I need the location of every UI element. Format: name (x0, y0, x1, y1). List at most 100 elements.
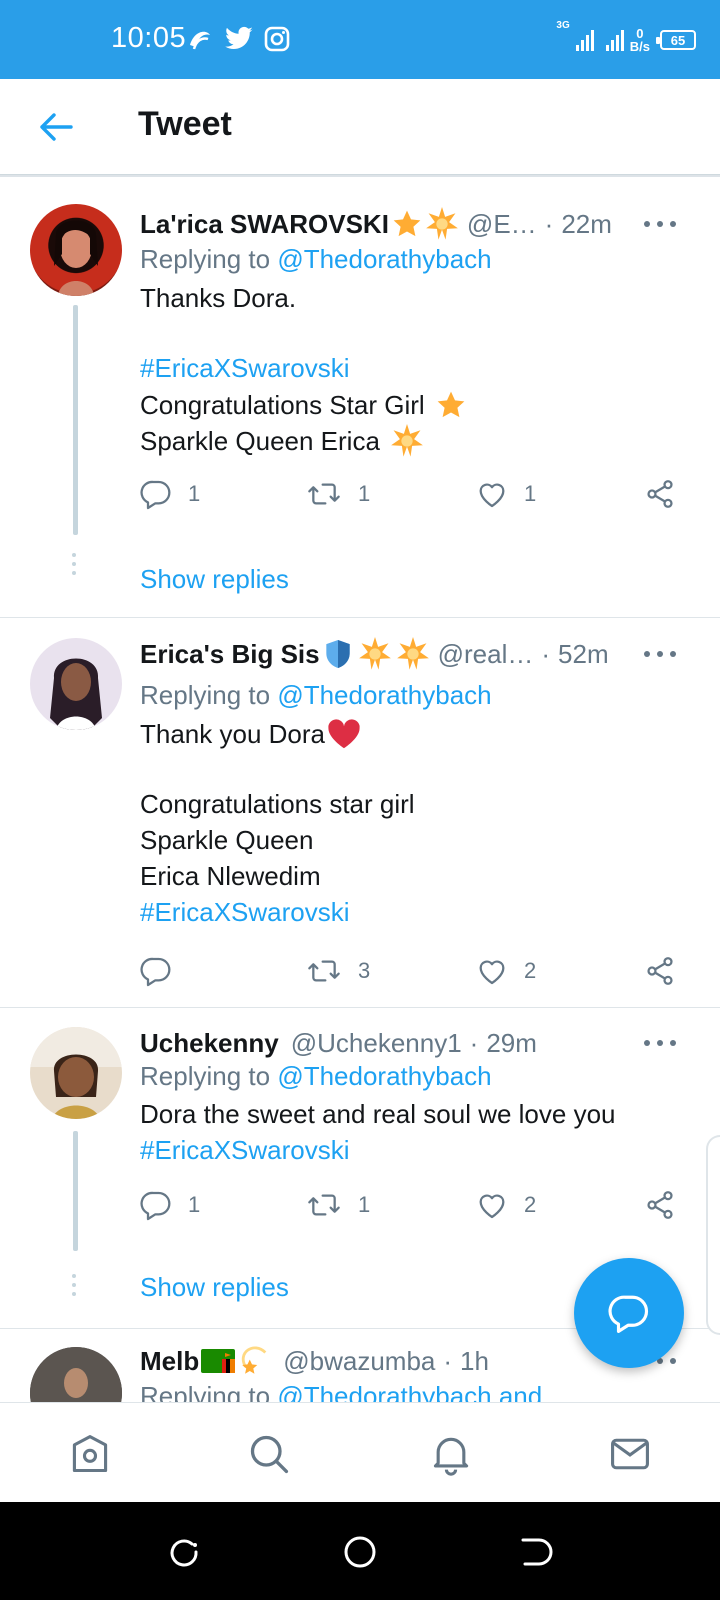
glowing-star-emoji-icon (425, 207, 459, 241)
tweet-text-line: Congratulations Star Girl (140, 387, 467, 423)
replying-to-link[interactable]: @Thedorathybach (277, 680, 491, 710)
tweet-item[interactable]: Erica's Big Sis @real… · 52m Replying to… (0, 618, 720, 1007)
show-replies-link[interactable]: Show replies (140, 1272, 289, 1303)
avatar[interactable] (30, 1027, 122, 1119)
hashtag-link[interactable]: #EricaXSwarovski (140, 1132, 350, 1168)
tweet-item[interactable]: La'rica SWAROVSKI @E… · 22m Replying to … (0, 187, 720, 617)
hashtag-text[interactable]: #EricaXSwarovski (140, 894, 350, 930)
reply-button[interactable]: 1 (140, 1185, 200, 1225)
tweet-text: Erica Nlewedim (140, 861, 321, 891)
recent-apps-button[interactable] (164, 1532, 204, 1572)
twitter-notification-icon (224, 24, 254, 54)
bell-icon (433, 1437, 469, 1476)
tweet-text: Thank you Dora (140, 719, 325, 749)
avatar[interactable] (30, 638, 122, 730)
like-count: 2 (524, 958, 537, 983)
glowing-star-emoji-icon (358, 637, 392, 671)
reply-button[interactable] (140, 951, 188, 991)
signal-2-icon (605, 29, 624, 51)
user-handle[interactable]: @Uchekenny1 (291, 1028, 462, 1059)
tweet-text: Congratulations Star Girl (140, 390, 425, 420)
replying-to-link[interactable]: @Thedorathybach (277, 244, 491, 274)
retweet-icon (308, 960, 340, 982)
separator-dot: · (544, 208, 554, 239)
display-name[interactable]: Uchekenny (140, 1028, 279, 1059)
tweet-text-line: Erica Nlewedim (140, 858, 321, 894)
reply-count: 1 (188, 1192, 201, 1217)
more-options-button[interactable] (644, 644, 676, 664)
arrow-left-icon (40, 113, 73, 141)
share-button[interactable] (644, 474, 676, 514)
header-divider (0, 175, 720, 187)
retweet-button[interactable]: 1 (306, 474, 370, 514)
tweet-header: Melb @bwazumba · 1h (140, 1341, 620, 1381)
nav-notifications[interactable] (428, 1431, 474, 1477)
glowing-star-emoji-icon (396, 637, 430, 671)
nav-home[interactable] (67, 1431, 113, 1477)
user-handle[interactable]: @bwazumba (283, 1346, 435, 1377)
retweet-button[interactable]: 3 (306, 951, 370, 991)
glowing-star-emoji-icon (390, 424, 424, 458)
avatar[interactable] (30, 1347, 122, 1402)
display-name[interactable]: La'rica SWAROVSKI (140, 209, 389, 240)
tweet-text-line: Congratulations star girl (140, 786, 415, 822)
hashtag-text[interactable]: #EricaXSwarovski (140, 1132, 350, 1168)
like-button[interactable]: 2 (476, 951, 536, 991)
display-name[interactable]: Erica's Big Sis (140, 639, 320, 670)
tweet-text-line: Sparkle Queen (140, 822, 313, 858)
replying-to-prefix: Replying to (140, 244, 278, 274)
more-options-button[interactable] (644, 1033, 676, 1053)
share-icon (647, 480, 673, 508)
tweet-actions: 1 1 2 (140, 1185, 700, 1225)
bottom-navigation (0, 1402, 720, 1502)
retweet-icon (308, 1194, 340, 1216)
tweet-text-line: Thank you Dora (140, 716, 361, 752)
nav-messages[interactable] (607, 1431, 653, 1477)
thread-line (73, 305, 78, 535)
recent-apps-icon (170, 1539, 198, 1567)
retweet-button[interactable]: 1 (306, 1185, 370, 1225)
share-button[interactable] (644, 951, 676, 991)
hashtag-link[interactable]: #EricaXSwarovski (140, 894, 350, 930)
tweet-text: Congratulations star girl (140, 789, 415, 819)
show-replies-link[interactable]: Show replies (140, 564, 289, 595)
avatar[interactable] (30, 204, 122, 296)
home-system-button[interactable] (340, 1532, 380, 1572)
status-indicators: 3G 0 B/s 65 (556, 20, 696, 60)
retweet-count: 1 (358, 1192, 371, 1217)
share-button[interactable] (644, 1185, 676, 1225)
hashtag-link[interactable]: #EricaXSwarovski (140, 350, 350, 386)
tweet-text: Sparkle Queen (140, 825, 314, 855)
like-count: 1 (524, 481, 537, 506)
tweet-header: Erica's Big Sis @real… · 52m (140, 634, 620, 674)
mail-icon (611, 1438, 649, 1470)
tweet-time: 29m (486, 1027, 537, 1058)
replying-to: Replying to @Thedorathybach (140, 1061, 492, 1092)
nav-search[interactable] (246, 1431, 292, 1477)
display-name[interactable]: Melb (140, 1346, 199, 1377)
speech-bubble-icon (140, 957, 171, 987)
like-button[interactable]: 2 (476, 1185, 536, 1225)
hashtag-text[interactable]: #EricaXSwarovski (140, 350, 350, 386)
back-system-button[interactable] (515, 1532, 555, 1572)
user-handle[interactable]: @real… (438, 639, 534, 670)
red-heart-emoji-icon (327, 718, 361, 750)
network-speed-unit: B/s (629, 39, 650, 54)
compose-reply-button[interactable] (574, 1258, 684, 1368)
replying-to-link[interactable]: @Thedorathybach (277, 1061, 491, 1091)
separator-dot: · (443, 1345, 453, 1376)
tweet-header: La'rica SWAROVSKI @E… · 22m (140, 204, 620, 244)
side-panel-handle[interactable] (706, 1135, 720, 1335)
replying-to: Replying to @Thedorathybach (140, 680, 492, 711)
user-handle[interactable]: @E… (467, 209, 537, 240)
reply-button[interactable]: 1 (140, 474, 200, 514)
like-button[interactable]: 1 (476, 474, 536, 514)
instagram-notification-icon (263, 24, 291, 54)
network-type: 3G (556, 20, 570, 31)
tweet-text-line: Sparkle Queen Erica (140, 423, 424, 459)
more-options-button[interactable] (644, 214, 676, 234)
replying-to-link[interactable]: @Thedorathybach and (277, 1381, 542, 1402)
back-button[interactable] (36, 107, 76, 147)
star-emoji-icon (435, 389, 467, 421)
status-time: 10:05 (111, 22, 187, 54)
